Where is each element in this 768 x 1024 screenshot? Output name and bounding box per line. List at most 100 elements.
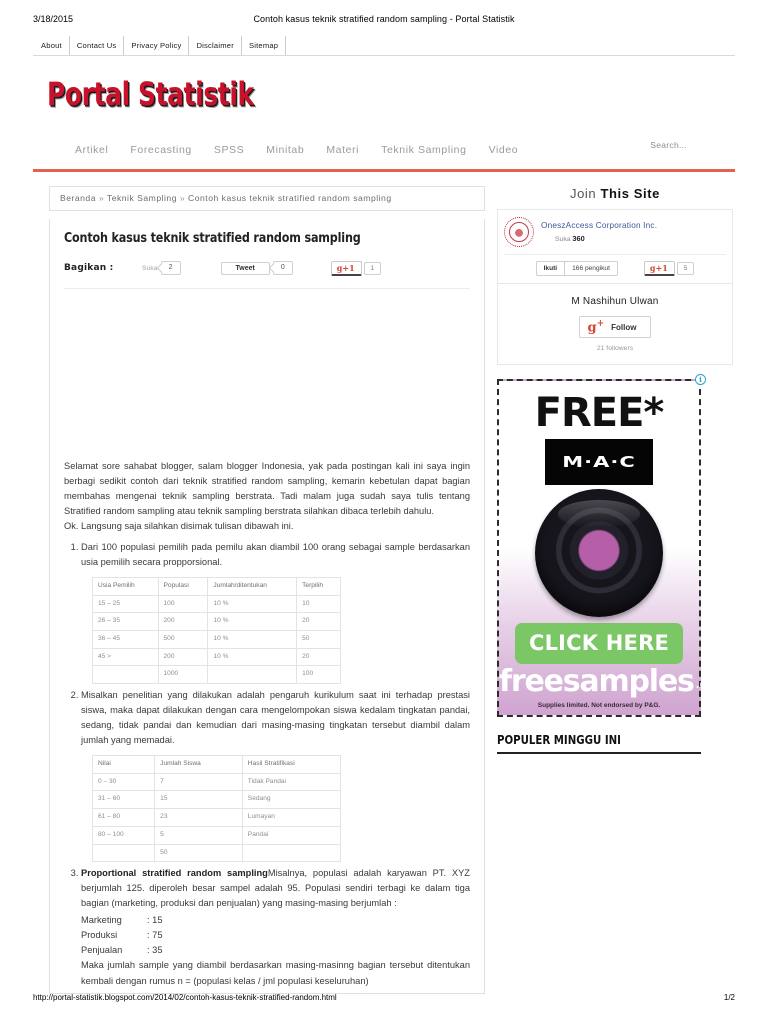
post-intro-text-1: Selamat sore sahabat blogger, salam blog… bbox=[64, 460, 470, 501]
menu-item-materi[interactable]: Materi bbox=[326, 144, 359, 156]
table-row: 45 > 200 10 % 20 bbox=[92, 647, 341, 667]
print-page-title: Contoh kasus teknik stratified random sa… bbox=[253, 14, 515, 24]
table1-r2-c1: 500 bbox=[157, 629, 209, 649]
table-row: 0 – 30 7 Tidak Pandai bbox=[91, 772, 342, 792]
menu-item-forecasting[interactable]: Forecasting bbox=[130, 144, 191, 156]
content-columns: Beranda » Teknik Sampling » Contoh kasus… bbox=[33, 172, 735, 994]
follow-button[interactable]: Ikuti bbox=[535, 261, 565, 276]
breadcrumb: Beranda » Teknik Sampling » Contoh kasus… bbox=[49, 186, 485, 211]
menu-item-teknik-sampling[interactable]: Teknik Sampling bbox=[381, 144, 466, 156]
table2-r1-c2: Sedang bbox=[241, 790, 342, 810]
in-post-ad-placeholder bbox=[64, 289, 470, 459]
post-link-stratified-random-sampling[interactable]: Stratified random sampling bbox=[64, 506, 175, 516]
table1-r3-c0: 45 > bbox=[92, 647, 159, 667]
share-label: Bagikan : bbox=[64, 263, 114, 274]
main-menu-items: Artikel Forecasting SPSS Minitab Materi … bbox=[33, 136, 540, 164]
post-step-2: Misalkan penelitian yang dilakukan adala… bbox=[81, 688, 470, 863]
twitter-tweet-widget[interactable]: Tweet 0 bbox=[220, 261, 293, 275]
pages-nav-item-about[interactable]: About bbox=[33, 36, 70, 55]
post-step-1-text: Dari 100 populasi pemilih pada pemilu ak… bbox=[81, 541, 470, 567]
table2-r4-c1: 50 bbox=[154, 843, 243, 863]
gplus-one-button[interactable]: g+1 bbox=[330, 260, 362, 276]
pages-nav-item-contact-us[interactable]: Contact Us bbox=[70, 36, 125, 55]
table1-r2-c3: 50 bbox=[296, 629, 341, 649]
follow-count: 166 pengikut bbox=[564, 261, 618, 276]
pages-nav-item-disclaimer[interactable]: Disclaimer bbox=[189, 36, 242, 55]
menu-item-spss[interactable]: SPSS bbox=[214, 144, 244, 156]
post-step-1: Dari 100 populasi pemilih pada pemilu ak… bbox=[81, 540, 470, 684]
breadcrumb-separator-2: » bbox=[179, 193, 186, 203]
post-title: Contoh kasus teknik stratified random sa… bbox=[64, 231, 361, 246]
table1-r1-c0: 26 – 35 bbox=[92, 612, 159, 631]
table1-r1-c1: 200 bbox=[157, 612, 209, 631]
sidebar: Join This Site OneszAccess Corporation I… bbox=[485, 186, 733, 994]
freesamples-tld: .us bbox=[695, 680, 713, 692]
main-column: Beranda » Teknik Sampling » Contoh kasus… bbox=[33, 186, 485, 994]
tweet-count: 0 bbox=[272, 261, 293, 275]
breakdown-key-marketing: Marketing bbox=[81, 915, 122, 926]
post-step-3: Proportional stratified random sampling M… bbox=[81, 866, 470, 988]
table-row: 36 – 45 500 10 % 50 bbox=[92, 629, 341, 649]
table2-r4-c2 bbox=[241, 843, 342, 863]
table1-r0-c3: 10 bbox=[296, 594, 341, 614]
profile-follow-label: Follow bbox=[611, 322, 637, 332]
table1-r2-c2: 10 % bbox=[207, 629, 298, 649]
table2-r0-c0: 0 – 30 bbox=[91, 772, 156, 792]
ad-disclaimer: Supplies limited. Not endorsed by P&G. bbox=[537, 701, 661, 709]
print-footer: http://portal-statistik.blogspot.com/201… bbox=[33, 993, 735, 1002]
table-header-row: Usia Pemilih Populasi Jumlah/ditentukan … bbox=[92, 576, 341, 596]
table2-header-nilai: Nilai bbox=[91, 755, 156, 774]
menu-item-video[interactable]: Video bbox=[489, 144, 519, 156]
mac-logo-text: M·A·C bbox=[562, 453, 636, 471]
facebook-like-widget[interactable]: Suka 2 bbox=[142, 261, 181, 275]
site-logo-wrapper: Portal Statistik bbox=[33, 64, 735, 136]
sidebar-gplus-widget[interactable]: g+1 5 bbox=[643, 261, 695, 276]
table-nilai-siswa: Nilai Jumlah Siswa Hasil Stratifikasi 0 … bbox=[91, 755, 342, 863]
table2-r3-c2: Pandai bbox=[241, 825, 342, 845]
sidebar-gplus-one-button[interactable]: g+1 bbox=[643, 261, 675, 276]
ad-cta-button[interactable]: CLICK HERE bbox=[515, 623, 683, 665]
breadcrumb-category[interactable]: Teknik Sampling bbox=[107, 193, 177, 203]
breakdown-value-penjualan: : 35 bbox=[147, 945, 163, 956]
table2-r0-c2: Tidak Pandai bbox=[241, 772, 342, 792]
post-link-teknik-sampling-berstrata[interactable]: teknik sampling berstrata bbox=[198, 506, 301, 516]
post-body: Selamat sore sahabat blogger, salam blog… bbox=[64, 459, 470, 989]
breadcrumb-home[interactable]: Beranda bbox=[60, 193, 96, 203]
popular-week-heading: POPULER MINGGU INI bbox=[497, 732, 621, 747]
menu-item-minitab[interactable]: Minitab bbox=[266, 144, 304, 156]
table-row: 80 – 100 5 Pandai bbox=[91, 825, 342, 845]
post-paragraph-intro: Selamat sore sahabat blogger, salam blog… bbox=[64, 459, 470, 519]
pages-nav-item-privacy-policy[interactable]: Privacy Policy bbox=[124, 36, 190, 55]
print-header: 3/18/2015 Contoh kasus teknik stratified… bbox=[0, 14, 768, 30]
table2-r3-c0: 80 – 100 bbox=[91, 825, 156, 845]
follow-button-group[interactable]: Ikuti 166 pengikut bbox=[535, 261, 618, 276]
sidebar-advertisement[interactable]: i FREE* M·A·C CLICK HERE freesamples .us … bbox=[497, 374, 713, 717]
table1-r4-c2 bbox=[207, 665, 298, 684]
table2-r2-c1: 23 bbox=[154, 808, 243, 827]
post-card: Contoh kasus teknik stratified random sa… bbox=[49, 219, 485, 994]
table2-r4-c0 bbox=[91, 843, 156, 863]
table-nilai-body: 0 – 30 7 Tidak Pandai 31 – 60 15 Sedang bbox=[91, 772, 342, 863]
table2-r1-c0: 31 – 60 bbox=[91, 790, 156, 810]
post-step-3-closing: Maka jumlah sample yang diambil berdasar… bbox=[81, 960, 470, 986]
facebook-likes-count: 360 bbox=[572, 234, 585, 243]
pages-nav-item-sitemap[interactable]: Sitemap bbox=[242, 36, 287, 55]
site-logo[interactable]: Portal Statistik bbox=[47, 78, 254, 110]
table-nilai-head: Nilai Jumlah Siswa Hasil Stratifikasi bbox=[91, 755, 342, 774]
facebook-like-label[interactable]: Suka bbox=[142, 265, 158, 272]
table1-r4-c0 bbox=[92, 665, 159, 684]
facebook-page-name[interactable]: OneszAccess Corporation Inc. bbox=[541, 221, 657, 230]
search-input[interactable]: Search... bbox=[650, 140, 687, 150]
table1-r0-c0: 15 – 25 bbox=[92, 594, 159, 614]
table2-r1-c1: 15 bbox=[154, 790, 243, 810]
table1-r2-c0: 36 – 45 bbox=[92, 629, 159, 649]
breakdown-value-produksi: : 75 bbox=[147, 930, 163, 941]
ad-info-icon[interactable]: i bbox=[695, 374, 706, 386]
profile-name: M Nashihun Ulwan bbox=[571, 296, 659, 307]
google-plus-widget[interactable]: g+1 1 bbox=[330, 260, 382, 276]
tweet-button[interactable]: Tweet bbox=[220, 261, 270, 275]
menu-item-artikel[interactable]: Artikel bbox=[75, 144, 108, 156]
ad-product-image bbox=[535, 489, 663, 618]
popular-week-divider bbox=[497, 751, 701, 754]
profile-follow-button[interactable]: g+ Follow bbox=[578, 316, 652, 339]
